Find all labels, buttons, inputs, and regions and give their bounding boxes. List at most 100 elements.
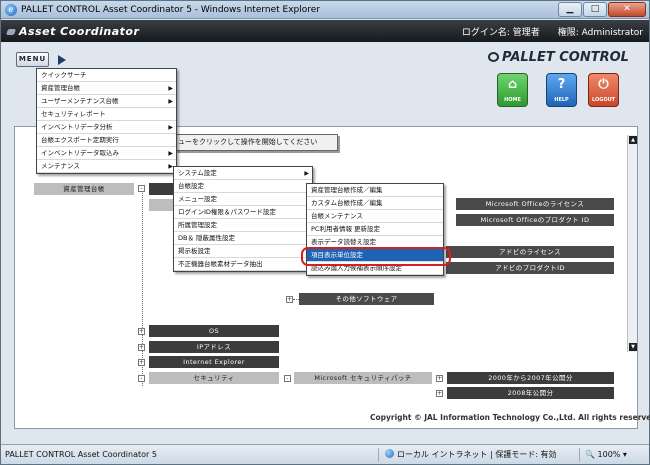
tree-node-adobe-product-id[interactable]: アドビのプロダクトID (446, 262, 614, 274)
collapse-icon[interactable]: - (284, 375, 291, 382)
menu-item-label: 掲示板設定 (178, 247, 211, 255)
menu-item-label: メニュー設定 (178, 195, 217, 203)
close-button[interactable]: ✕ (608, 2, 646, 17)
menu-item-label: クイックサーチ (41, 71, 87, 79)
expand-icon[interactable]: + (138, 359, 145, 366)
user-info: ログイン名: 管理者 権限: Administrator (461, 27, 643, 38)
menu-item-ledger-export-schedule[interactable]: 台帳エクスポート定期実行 (37, 134, 176, 147)
menu-item-pc-user-update[interactable]: PC利用者情報 更新設定 (307, 223, 443, 236)
menu-item-label: 資産管理台帳作成／編集 (311, 186, 383, 194)
menu-item-label: カスタム台帳作成／編集 (311, 199, 383, 207)
expand-icon[interactable]: + (286, 296, 293, 303)
submenu-arrow-icon: ▶ (168, 150, 173, 157)
menu-item-ledger-maintenance[interactable]: 台帳メンテナンス (307, 210, 443, 223)
menu-item-login-permission-settings[interactable]: ログインID権限＆パスワード設定 (174, 206, 312, 219)
tree-node-os[interactable]: OS (149, 325, 279, 337)
menu-item-department-settings[interactable]: 所属管理設定 (174, 219, 312, 232)
tree-node-published-2000-2007[interactable]: 2000年から2007年公開分 (447, 372, 614, 384)
app-logo-text: Asset Coordinator (19, 24, 140, 38)
tree-node-branch[interactable] (149, 183, 174, 195)
menu-item-user-maintenance-ledger[interactable]: ユーザーメンテナンス台帳 ▶ (37, 95, 176, 108)
logout-button[interactable]: ⏻ LOGOUT (588, 73, 619, 107)
help-button[interactable]: ? HELP (546, 73, 577, 107)
menu-item-custom-ledger-edit[interactable]: カスタム台帳作成／編集 (307, 197, 443, 210)
tree-node-root[interactable]: 資産管理台帳 (34, 183, 134, 195)
maximize-button[interactable]: □ (583, 2, 607, 17)
browser-window: e PALLET CONTROL Asset Coordinator 5 - W… (0, 0, 650, 465)
expand-icon[interactable]: + (138, 344, 145, 351)
tree-node-ms-office-license[interactable]: Microsoft Officeのライセンス (456, 198, 614, 210)
menu-item-label: 所属管理設定 (178, 221, 217, 229)
tree-node-published-2008[interactable]: 2008年公開分 (447, 387, 614, 399)
tree-node-adobe-license[interactable]: アドビのライセンス (446, 246, 614, 258)
menu-item-label: ユーザーメンテナンス台帳 (41, 97, 119, 105)
menu-item-bulletin-settings[interactable]: 掲示板設定 (174, 245, 312, 258)
ie-icon: e (5, 3, 17, 16)
menu-item-inventory-analysis[interactable]: インベントリデータ分析 ▶ (37, 121, 176, 134)
expand-icon[interactable]: + (436, 375, 443, 382)
minimize-button[interactable]: ▁ (558, 2, 582, 17)
brand-logo: PALLET CONTROL (488, 50, 629, 65)
home-button-label: HOME (504, 97, 521, 103)
logout-button-label: LOGOUT (591, 97, 616, 103)
help-button-label: HELP (554, 97, 569, 103)
menu-item-unauthorized-device-extract[interactable]: 不正機器台帳素材データ抽出 (174, 258, 312, 271)
menu-item-menu-settings[interactable]: メニュー設定 (174, 193, 312, 206)
menu-item-label: PC利用者情報 更新設定 (311, 225, 381, 233)
tree-connector (142, 186, 143, 386)
highlight-annotation-ring (301, 247, 451, 266)
tree-node-internet-explorer[interactable]: Internet Explorer (149, 356, 279, 368)
menu-item-system-settings[interactable]: システム設定 ▶ (174, 167, 312, 180)
hint-tooltip: ニューをクリックして操作を開始してください (166, 134, 338, 151)
menu-item-asset-ledger[interactable]: 資産管理台帳 ▶ (37, 82, 176, 95)
collapse-icon[interactable]: - (138, 185, 145, 192)
app-logo: Asset Coordinator (5, 24, 140, 38)
submenu-arrow-icon: ▶ (168, 85, 173, 92)
window-title: PALLET CONTROL Asset Coordinator 5 - Win… (21, 4, 321, 15)
status-divider (378, 448, 379, 462)
menu-item-inventory-import[interactable]: インベントリデータ取込み ▶ (37, 147, 176, 160)
menu-item-label: ログインID権限＆パスワード設定 (178, 208, 276, 216)
menu-item-label: 不正機器台帳素材データ抽出 (178, 260, 263, 268)
tree-node-security[interactable]: セキュリティ (149, 372, 279, 384)
menu-item-label: システム設定 (178, 169, 217, 177)
vertical-scrollbar[interactable]: ▲ ▼ (627, 135, 637, 352)
menu-item-maintenance[interactable]: メンテナンス ▶ (37, 160, 176, 173)
menu-item-label: インベントリデータ分析 (41, 123, 113, 131)
home-button[interactable]: ⌂ HOME (497, 73, 528, 107)
question-icon: ? (557, 77, 566, 92)
tree-node-other-software[interactable]: その他ソフトウェア (299, 293, 434, 305)
zoom-text: 100% (597, 450, 621, 459)
menu-button[interactable]: MENU (16, 52, 49, 67)
title-bar: e PALLET CONTROL Asset Coordinator 5 - W… (1, 1, 649, 19)
zoom-level[interactable]: 🔍 100% ▾ (585, 445, 627, 465)
menu-item-label: 台帳メンテナンス (311, 212, 363, 220)
menu-item-asset-ledger-edit[interactable]: 資産管理台帳作成／編集 (307, 184, 443, 197)
status-text: PALLET CONTROL Asset Coordinator 5 (5, 450, 157, 459)
menu-item-ledger-settings[interactable]: 台帳設定 (174, 180, 312, 193)
menu-item-label: メンテナンス (41, 162, 80, 170)
menu-item-security-report[interactable]: セキュリティレポート (37, 108, 176, 121)
collapse-icon[interactable]: - (138, 375, 145, 382)
menu-item-label: 台帳エクスポート定期実行 (41, 136, 119, 144)
tree-node-ms-security-patch[interactable]: Microsoft セキュリティパッチ (294, 372, 432, 384)
menu-item-label: 表示データ読替え設定 (311, 238, 376, 246)
brand-text: PALLET CONTROL (502, 50, 629, 65)
expand-icon[interactable]: + (436, 390, 443, 397)
scroll-down-icon[interactable]: ▼ (629, 343, 637, 351)
menu-arrow-icon[interactable] (58, 55, 66, 65)
tree-node-ip-address[interactable]: IPアドレス (149, 341, 279, 353)
app-header: Asset Coordinator ログイン名: 管理者 権限: Adminis… (1, 20, 649, 42)
tree-node-branch-2[interactable] (149, 199, 174, 211)
expand-icon[interactable]: + (138, 328, 145, 335)
scroll-up-icon[interactable]: ▲ (629, 136, 637, 144)
menu-item-db-hidden-attribute-settings[interactable]: DB＆ 隠蔽属性設定 (174, 232, 312, 245)
submenu-arrow-icon: ▶ (304, 170, 309, 177)
copyright: Copyright © JAL Information Technology C… (370, 413, 650, 422)
submenu-arrow-icon: ▶ (168, 98, 173, 105)
menu-item-quick-search[interactable]: クイックサーチ (37, 69, 176, 82)
maintenance-submenu: システム設定 ▶ 台帳設定 メニュー設定 ログインID権限＆パスワード設定 所属管… (173, 166, 313, 272)
security-zone[interactable]: ローカル イントラネット | 保護モード: 有効 (385, 445, 557, 465)
tree-node-ms-office-product-id[interactable]: Microsoft Officeのプロダクト ID (456, 214, 614, 226)
status-bar: PALLET CONTROL Asset Coordinator 5 ローカル … (1, 444, 649, 464)
